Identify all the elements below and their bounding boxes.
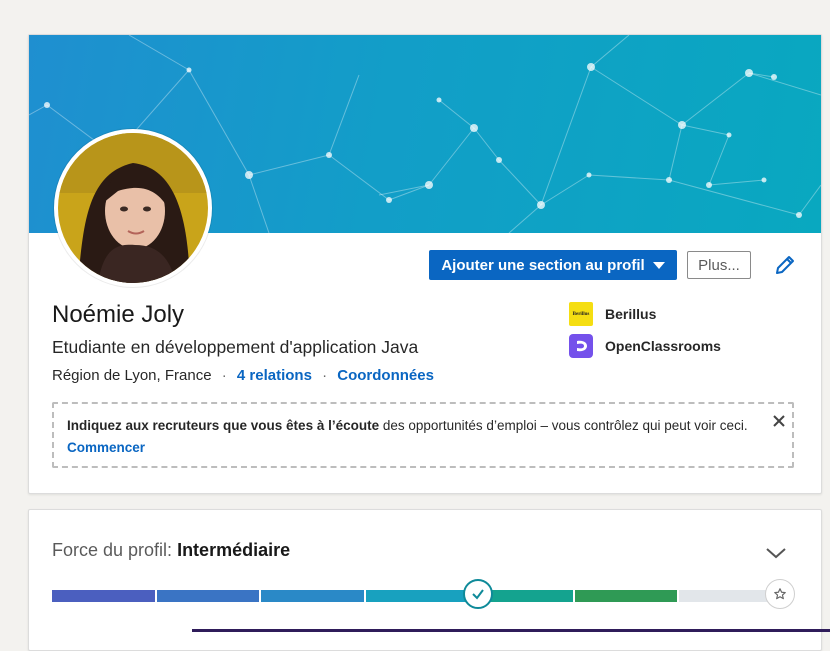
company-openclassrooms[interactable]: OpenClassrooms bbox=[569, 334, 721, 358]
star-icon[interactable] bbox=[765, 579, 795, 609]
strength-segment bbox=[365, 590, 469, 602]
more-button[interactable]: Plus... bbox=[687, 251, 751, 279]
company-name: OpenClassrooms bbox=[605, 338, 721, 354]
strength-segment bbox=[574, 590, 678, 602]
profile-name: Noémie Joly bbox=[52, 301, 185, 328]
profile-strength-label: Force du profil: bbox=[52, 540, 178, 560]
separator-dot: · bbox=[221, 367, 227, 384]
open-to-work-start-link[interactable]: Commencer bbox=[67, 440, 145, 455]
add-profile-section-button[interactable]: Ajouter une section au profil bbox=[429, 250, 677, 280]
profile-location: Région de Lyon, France bbox=[52, 367, 212, 384]
strength-segment bbox=[261, 590, 364, 602]
strength-segment bbox=[156, 590, 260, 602]
profile-top-card: Ajouter une section au profil Plus... No… bbox=[28, 34, 822, 494]
edit-pencil-icon[interactable] bbox=[773, 253, 797, 277]
open-to-work-rest: des opportunités d’emploi – vous contrôl… bbox=[379, 418, 748, 433]
open-to-work-banner: Indiquez aux recruteurs que vous êtes à … bbox=[52, 402, 794, 468]
profile-strength-title: Force du profil: Intermédiaire bbox=[52, 540, 290, 561]
close-icon[interactable] bbox=[772, 414, 786, 428]
profile-headline: Etudiante en développement d'application… bbox=[52, 337, 419, 357]
chevron-down-icon[interactable] bbox=[765, 546, 787, 560]
contact-info-link[interactable]: Coordonnées bbox=[337, 367, 434, 384]
openclassrooms-logo bbox=[569, 334, 593, 358]
open-to-work-text: Indiquez aux recruteurs que vous êtes à … bbox=[67, 418, 748, 433]
caret-down-icon bbox=[652, 261, 665, 269]
open-to-work-bold: Indiquez aux recruteurs que vous êtes à … bbox=[67, 418, 380, 433]
profile-photo bbox=[58, 133, 208, 283]
check-icon bbox=[463, 579, 493, 609]
profile-avatar[interactable] bbox=[54, 129, 212, 287]
profile-strength-level: Intermédiaire bbox=[177, 540, 291, 560]
relations-link[interactable]: 4 relations bbox=[237, 367, 312, 384]
company-berillus[interactable]: Berillus Berillus bbox=[569, 302, 656, 326]
strength-segment bbox=[52, 590, 155, 602]
company-name: Berillus bbox=[605, 306, 657, 322]
profile-meta-line: Région de Lyon, France · 4 relations · C… bbox=[52, 367, 434, 384]
berillus-logo: Berillus bbox=[569, 302, 593, 326]
profile-strength-meter bbox=[52, 590, 782, 602]
add-profile-section-label: Ajouter une section au profil bbox=[441, 256, 645, 274]
berillus-logo-text: Berillus bbox=[572, 311, 590, 317]
separator-dot: · bbox=[322, 367, 328, 384]
